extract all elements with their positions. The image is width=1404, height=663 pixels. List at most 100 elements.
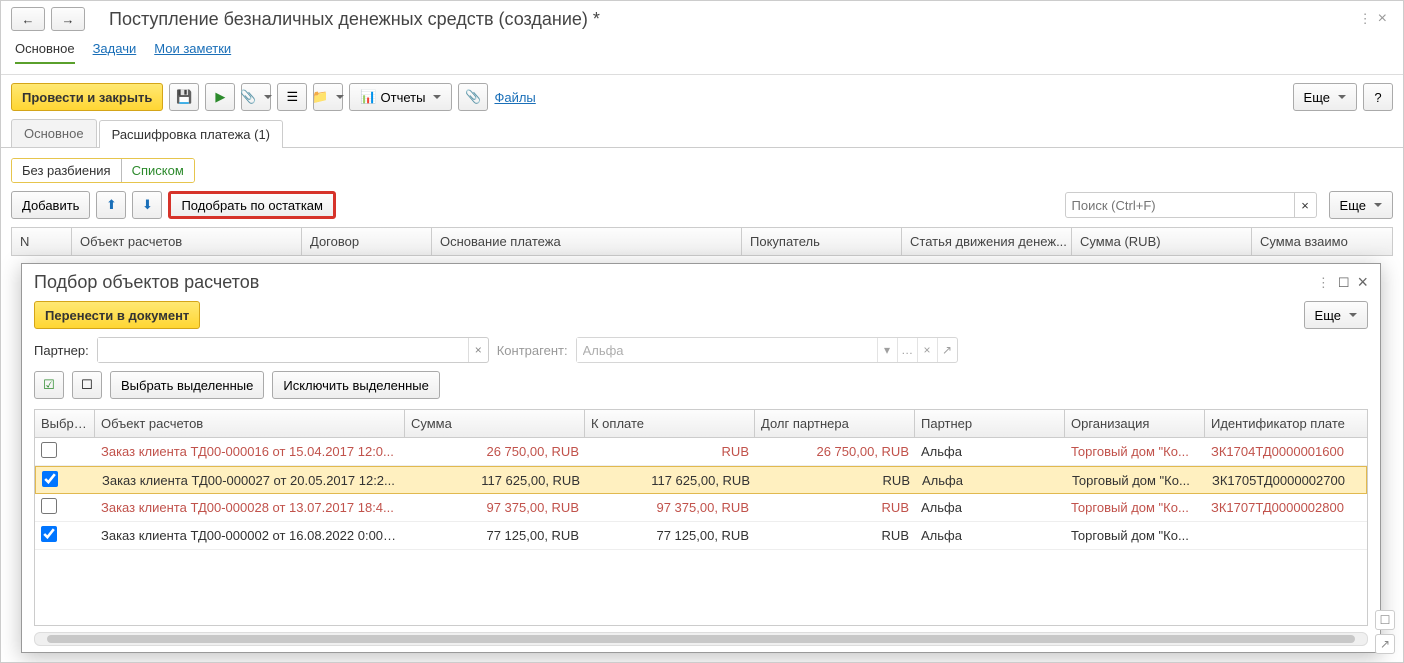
dcol-sum[interactable]: Сумма [405, 410, 585, 437]
row-id: ЗК1707ТД0000002800 [1205, 500, 1360, 515]
files-link[interactable]: Файлы [494, 90, 535, 105]
more-button[interactable]: Еще [1293, 83, 1357, 111]
row-obj: Заказ клиента ТД00-000027 от 20.05.2017 … [96, 473, 406, 488]
tab-detail[interactable]: Расшифровка платежа (1) [99, 120, 283, 148]
counterparty-dropdown-button[interactable]: ▾ [877, 338, 897, 362]
pick-by-balance-button[interactable]: Подобрать по остаткам [168, 191, 336, 219]
counterparty-open-button[interactable]: ↗ [937, 338, 957, 362]
folder-icon: 📁 [312, 89, 328, 105]
dialog-close-icon[interactable]: × [1357, 272, 1368, 293]
move-up-button[interactable]: ⬆ [96, 191, 126, 219]
col-sum[interactable]: Сумма (RUB) [1072, 228, 1252, 255]
create-based-button[interactable]: 📁 [313, 83, 343, 111]
save-button[interactable]: 💾 [169, 83, 199, 111]
uncheck-all-button[interactable]: ☐ [72, 371, 102, 399]
row-checkbox[interactable] [41, 526, 57, 542]
dcol-partner[interactable]: Партнер [915, 410, 1065, 437]
dcol-selected[interactable]: Выбран [35, 410, 95, 437]
dialog-kebab-icon[interactable]: ⋮ [1317, 275, 1330, 291]
select-highlighted-button[interactable]: Выбрать выделенные [110, 371, 264, 399]
partner-label: Партнер: [34, 343, 89, 358]
dialog-table-body: Заказ клиента ТД00-000016 от 15.04.2017 … [35, 438, 1367, 625]
partner-clear-button[interactable]: × [468, 338, 488, 362]
check-all-button[interactable]: ☑ [34, 371, 64, 399]
status-icon-1[interactable]: ☐ [1375, 610, 1395, 630]
table-row[interactable]: Заказ клиента ТД00-000002 от 16.08.2022 … [35, 522, 1367, 550]
table-row[interactable]: Заказ клиента ТД00-000028 от 13.07.2017 … [35, 494, 1367, 522]
move-down-button[interactable]: ⬇ [132, 191, 162, 219]
help-button[interactable]: ? [1363, 83, 1393, 111]
arrow-up-icon: ⬆ [106, 197, 117, 213]
counterparty-input[interactable] [577, 338, 877, 362]
check-all-icon: ☑ [43, 377, 55, 393]
row-checkbox[interactable] [41, 442, 57, 458]
arrow-right-icon: → [62, 12, 75, 27]
structure-button[interactable]: 📎 [241, 83, 271, 111]
col-n[interactable]: N [12, 228, 72, 255]
transfer-button[interactable]: Перенести в документ [34, 301, 200, 329]
col-cashflow[interactable]: Статья движения денеж... [902, 228, 1072, 255]
nav-forward-button[interactable]: → [51, 7, 85, 31]
dialog-table-header: Выбран Объект расчетов Сумма К оплате До… [35, 410, 1367, 438]
row-sum: 26 750,00, RUB [405, 444, 585, 459]
dialog-maximize-icon[interactable]: ☐ [1338, 275, 1350, 291]
search-input[interactable] [1065, 192, 1295, 218]
add-button[interactable]: Добавить [11, 191, 90, 219]
dialog-title: Подбор объектов расчетов [34, 272, 259, 293]
reports-button[interactable]: 📊Отчеты [349, 83, 452, 111]
row-debt: RUB [755, 500, 915, 515]
kebab-icon[interactable]: ⋮ [1359, 11, 1372, 27]
counterparty-combo[interactable]: ▾ … × ↗ [576, 337, 958, 363]
segment-list[interactable]: Списком [121, 159, 194, 182]
dcol-org[interactable]: Организация [1065, 410, 1205, 437]
dcol-topay[interactable]: К оплате [585, 410, 755, 437]
exclude-highlighted-button[interactable]: Исключить выделенные [272, 371, 439, 399]
counterparty-ellipsis-button[interactable]: … [897, 338, 917, 362]
search-clear-button[interactable]: × [1295, 192, 1317, 218]
row-obj: Заказ клиента ТД00-000016 от 15.04.2017 … [95, 444, 405, 459]
row-topay: 97 375,00, RUB [585, 500, 755, 515]
nav-back-button[interactable]: ← [11, 7, 45, 31]
table-row[interactable]: Заказ клиента ТД00-000016 от 15.04.2017 … [35, 438, 1367, 466]
row-checkbox[interactable] [41, 498, 57, 514]
col-basis[interactable]: Основание платежа [432, 228, 742, 255]
status-icon-2[interactable]: ↗ [1375, 634, 1395, 654]
tab-main[interactable]: Основное [11, 119, 97, 147]
dialog-hscrollbar[interactable] [34, 632, 1368, 646]
table-row[interactable]: Заказ клиента ТД00-000027 от 20.05.2017 … [35, 466, 1367, 494]
linktab-main[interactable]: Основное [15, 41, 75, 64]
dialog-more-button[interactable]: Еще [1304, 301, 1368, 329]
partner-input[interactable] [98, 338, 468, 362]
dcol-id[interactable]: Идентификатор плате [1205, 410, 1360, 437]
row-partner: Альфа [916, 473, 1066, 488]
arrow-down-icon: ⬇ [142, 197, 153, 213]
segment-nosplit[interactable]: Без разбиения [12, 159, 121, 182]
row-sum: 77 125,00, RUB [405, 528, 585, 543]
row-org: Торговый дом "Ко... [1065, 500, 1205, 515]
row-topay: 117 625,00, RUB [586, 473, 756, 488]
row-partner: Альфа [915, 444, 1065, 459]
col-contract[interactable]: Договор [302, 228, 432, 255]
dcol-obj[interactable]: Объект расчетов [95, 410, 405, 437]
post-button[interactable]: ▶ [205, 83, 235, 111]
row-id: ЗК1704ТД0000001600 [1205, 444, 1360, 459]
page-title: Поступление безналичных денежных средств… [109, 9, 600, 30]
linktab-notes[interactable]: Мои заметки [154, 41, 231, 64]
list-icon: ☰ [287, 89, 299, 105]
post-and-close-button[interactable]: Провести и закрыть [11, 83, 163, 111]
close-icon[interactable]: × [1378, 10, 1387, 28]
col-buyer[interactable]: Покупатель [742, 228, 902, 255]
attach-button[interactable]: 📎 [458, 83, 488, 111]
row-sum: 117 625,00, RUB [406, 473, 586, 488]
dcol-debt[interactable]: Долг партнера [755, 410, 915, 437]
partner-combo[interactable]: × [97, 337, 489, 363]
list-button[interactable]: ☰ [277, 83, 307, 111]
linktab-tasks[interactable]: Задачи [93, 41, 137, 64]
row-checkbox[interactable] [42, 471, 58, 487]
col-mutual[interactable]: Сумма взаимо [1252, 228, 1372, 255]
counterparty-clear-button[interactable]: × [917, 338, 937, 362]
row-id: ЗК1705ТД0000002700 [1206, 473, 1361, 488]
table-more-button[interactable]: Еще [1329, 191, 1393, 219]
col-obj[interactable]: Объект расчетов [72, 228, 302, 255]
split-mode-segment: Без разбиения Списком [11, 158, 195, 183]
